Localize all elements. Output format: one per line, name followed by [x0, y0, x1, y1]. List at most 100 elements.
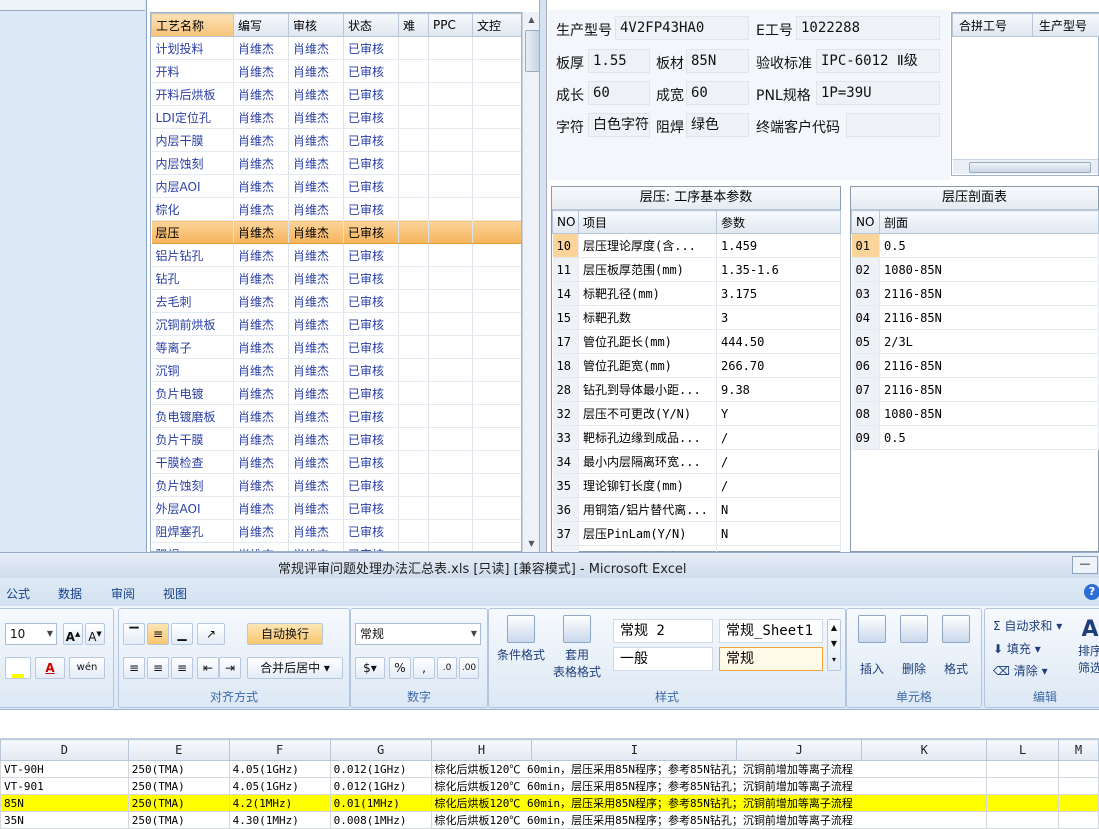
doc-control-cell[interactable] [473, 244, 523, 267]
param-value-cell[interactable]: / [717, 474, 841, 498]
merge-grid-hscrollbar[interactable] [953, 159, 1098, 174]
process-row[interactable]: 沉铜肖维杰肖维杰已审核 [152, 359, 523, 382]
doc-control-cell[interactable] [473, 152, 523, 175]
process-name-cell[interactable]: 负电镀磨板 [152, 405, 234, 428]
status-cell[interactable]: 已审核 [344, 313, 399, 336]
stackup-row[interactable]: 052/3L [852, 330, 1099, 354]
param-item-cell[interactable]: 层压PinLam(Y/N) [579, 522, 717, 546]
reviewer-cell[interactable]: 肖维杰 [289, 313, 344, 336]
status-cell[interactable]: 已审核 [344, 198, 399, 221]
cell-e[interactable]: 250(TMA) [128, 761, 229, 778]
stackup-no-cell[interactable]: 03 [852, 282, 880, 306]
col-header-m[interactable]: M [1059, 740, 1099, 761]
format-button[interactable]: 格式 [935, 615, 977, 677]
reviewer-cell[interactable]: 肖维杰 [289, 451, 344, 474]
process-name-cell[interactable]: 阻焊 [152, 543, 234, 553]
param-item-cell[interactable]: 最小内层隔离环宽... [579, 450, 717, 474]
cell-g[interactable]: 0.012(1GHz) [330, 778, 431, 795]
cell-f[interactable]: 4.05(1GHz) [229, 778, 330, 795]
process-name-cell[interactable]: 层压 [152, 221, 234, 244]
status-cell[interactable]: 已审核 [344, 543, 399, 553]
ppc-cell[interactable] [429, 129, 473, 152]
reviewer-cell[interactable]: 肖维杰 [289, 359, 344, 382]
author-cell[interactable]: 肖维杰 [234, 267, 289, 290]
sort-filter-button[interactable]: A 排序 筛选 [1075, 617, 1099, 676]
param-value-cell[interactable]: 1.459 [717, 234, 841, 258]
process-name-cell[interactable]: 沉铜 [152, 359, 234, 382]
doc-control-cell[interactable] [473, 175, 523, 198]
process-row[interactable]: 阻焊肖维杰肖维杰已审核 [152, 543, 523, 553]
stackup-no-cell[interactable]: 02 [852, 258, 880, 282]
process-name-cell[interactable]: 负片蚀刻 [152, 474, 234, 497]
process-row[interactable]: 干膜检查肖维杰肖维杰已审核 [152, 451, 523, 474]
cell-d[interactable]: 35N [1, 812, 129, 829]
param-no-cell[interactable]: 11 [553, 258, 579, 282]
param-value-cell[interactable]: 9.38 [717, 378, 841, 402]
param-value-cell[interactable]: 266.70 [717, 354, 841, 378]
param-row[interactable]: 37层压PinLam(Y/N)N [553, 522, 841, 546]
param-item-cell[interactable]: 管位孔距宽(mm) [579, 354, 717, 378]
author-cell[interactable]: 肖维杰 [234, 290, 289, 313]
doc-control-cell[interactable] [473, 60, 523, 83]
param-row[interactable]: 28钻孔到导体最小距...9.38 [553, 378, 841, 402]
param-no-cell[interactable]: 36 [553, 498, 579, 522]
process-row[interactable]: 负片电镀肖维杰肖维杰已审核 [152, 382, 523, 405]
col-header-i[interactable]: I [532, 740, 737, 761]
process-row[interactable]: 内层AOI肖维杰肖维杰已审核 [152, 175, 523, 198]
cell-l[interactable] [987, 812, 1059, 829]
ppc-cell[interactable] [429, 451, 473, 474]
col-header-g[interactable]: G [330, 740, 431, 761]
doc-control-cell[interactable] [473, 267, 523, 290]
material-field[interactable]: 85N [686, 49, 749, 73]
status-cell[interactable]: 已审核 [344, 152, 399, 175]
minimize-button[interactable]: — [1072, 556, 1098, 574]
process-name-cell[interactable]: 开料 [152, 60, 234, 83]
param-value-cell[interactable]: 444.50 [717, 330, 841, 354]
param-no-cell[interactable]: 37 [553, 522, 579, 546]
tab-data[interactable]: 数据 [58, 585, 82, 602]
phonetic-button[interactable]: wén [69, 657, 105, 679]
style-normal[interactable]: 常规 [719, 647, 823, 671]
ppc-cell[interactable] [429, 520, 473, 543]
doc-control-cell[interactable] [473, 451, 523, 474]
align-center-icon[interactable]: ≡ [147, 657, 169, 679]
difficulty-cell[interactable] [399, 474, 429, 497]
author-cell[interactable]: 肖维杰 [234, 405, 289, 428]
stackup-row[interactable]: 090.5 [852, 426, 1099, 450]
difficulty-cell[interactable] [399, 405, 429, 428]
reviewer-cell[interactable]: 肖维杰 [289, 290, 344, 313]
param-row[interactable]: 10层压理论厚度(含...1.459 [553, 234, 841, 258]
status-cell[interactable]: 已审核 [344, 83, 399, 106]
col-header-f[interactable]: F [229, 740, 330, 761]
process-name-cell[interactable]: 内层AOI [152, 175, 234, 198]
align-left-icon[interactable]: ≡ [123, 657, 145, 679]
cell-h-note[interactable]: 棕化后烘板120℃ 60min，层压采用85N程序；参考85N钻孔；沉铜前增加等… [431, 795, 987, 812]
process-name-cell[interactable]: 计划投料 [152, 37, 234, 60]
param-value-cell[interactable]: Y [717, 402, 841, 426]
reviewer-cell[interactable]: 肖维杰 [289, 336, 344, 359]
fill-color-button[interactable] [5, 657, 31, 679]
status-cell[interactable]: 已审核 [344, 175, 399, 198]
doc-control-cell[interactable] [473, 382, 523, 405]
param-no-cell[interactable]: 14 [553, 282, 579, 306]
difficulty-cell[interactable] [399, 198, 429, 221]
font-size-select[interactable]: 10▼ [5, 623, 57, 645]
stackup-row[interactable]: 072116-85N [852, 378, 1099, 402]
param-value-cell[interactable]: 3.175 [717, 282, 841, 306]
ppc-cell[interactable] [429, 198, 473, 221]
decrease-indent-icon[interactable]: ⇤ [197, 657, 219, 679]
difficulty-cell[interactable] [399, 267, 429, 290]
stackup-section-cell[interactable]: 1080-85N [880, 258, 1099, 282]
thickness-field[interactable]: 1.55 [588, 49, 650, 73]
param-item-cell[interactable]: 层压理论厚度(含... [579, 234, 717, 258]
param-no-cell[interactable]: 10 [553, 234, 579, 258]
process-row[interactable]: 去毛刺肖维杰肖维杰已审核 [152, 290, 523, 313]
doc-control-cell[interactable] [473, 106, 523, 129]
doc-control-cell[interactable] [473, 543, 523, 553]
doc-control-cell[interactable] [473, 83, 523, 106]
cell-h-note[interactable]: 棕化后烘板120℃ 60min，层压采用85N程序；参考85N钻孔；沉铜前增加等… [431, 812, 987, 829]
author-cell[interactable]: 肖维杰 [234, 106, 289, 129]
author-cell[interactable]: 肖维杰 [234, 520, 289, 543]
difficulty-cell[interactable] [399, 313, 429, 336]
stackup-no-cell[interactable]: 01 [852, 234, 880, 258]
